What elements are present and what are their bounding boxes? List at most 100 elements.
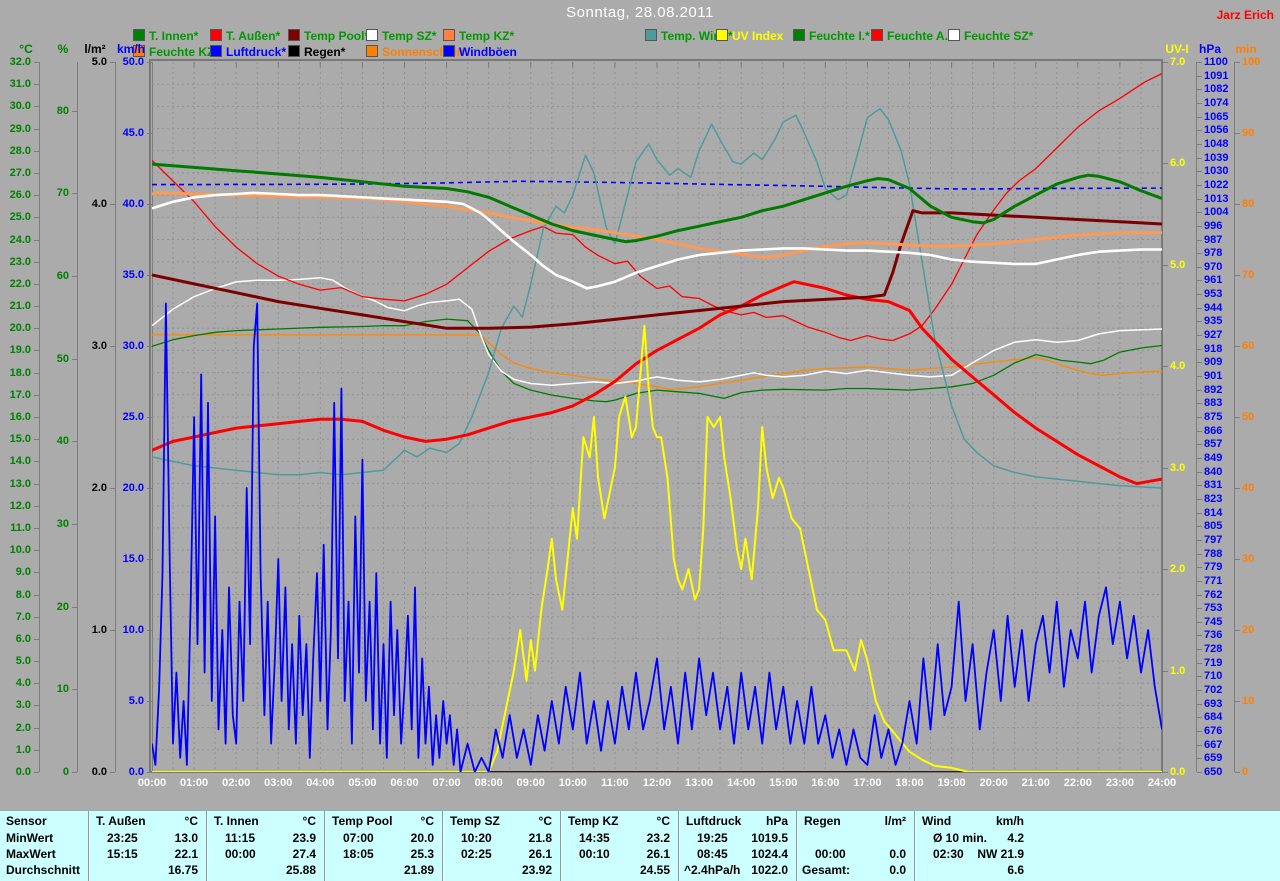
table-col-unit: km/h bbox=[995, 814, 1024, 828]
x-axis-hour-label: 13:00 bbox=[685, 777, 714, 789]
table-avg-value: 0.0 bbox=[889, 863, 906, 877]
legend-item-uv-index: UV Index bbox=[716, 29, 784, 43]
legend-item-regen-: Regen* bbox=[288, 45, 346, 59]
legend-swatch-icon bbox=[366, 45, 378, 57]
axis-tick bbox=[1197, 622, 1202, 623]
axis-tick-label-hpa: 684 bbox=[1204, 711, 1223, 723]
axis-tick-label-kmh: 15.0 bbox=[122, 553, 144, 565]
legend-item-temp-pool-: Temp Pool* bbox=[288, 29, 369, 43]
axis-tick-label-degc: 1.0 bbox=[15, 744, 31, 756]
axis-tick bbox=[1197, 635, 1202, 636]
table-col-name: Wind bbox=[922, 814, 952, 828]
axis-tick-label-degc: 7.0 bbox=[15, 611, 31, 623]
x-axis-hour-label: 17:00 bbox=[853, 777, 882, 789]
watermark-author: Jarz Erich bbox=[1216, 8, 1274, 22]
axis-tick bbox=[34, 705, 39, 706]
axis-tick-label-pct: 20 bbox=[56, 601, 69, 613]
stats-table: Sensor MinWert MaxWert Durchschnitt T. Außen… bbox=[0, 810, 1280, 881]
table-col-name: Temp SZ bbox=[450, 814, 500, 828]
axis-tick bbox=[1197, 417, 1202, 418]
table-min-time: 19:25 bbox=[697, 831, 728, 845]
x-axis-hour-label: 08:00 bbox=[474, 777, 503, 789]
table-row-labels: Sensor MinWert MaxWert Durchschnitt bbox=[0, 811, 88, 881]
axis-tick bbox=[1197, 581, 1202, 582]
axis-tick bbox=[1235, 204, 1240, 205]
axis-tick bbox=[1235, 62, 1240, 63]
axis-tick-label-hpa: 1065 bbox=[1204, 111, 1229, 123]
axis-tick bbox=[1197, 513, 1202, 514]
axis-tick bbox=[1197, 199, 1202, 200]
x-axis-hour-label: 09:00 bbox=[516, 777, 545, 789]
axis-tick-label-degc: 17.0 bbox=[9, 389, 31, 401]
table-min-time: Ø 10 min. bbox=[933, 831, 988, 845]
table-max-value: 0.0 bbox=[889, 847, 906, 861]
axis-tick bbox=[34, 328, 39, 329]
axis-tick-label-degc: 9.0 bbox=[15, 566, 31, 578]
axis-tick bbox=[1197, 212, 1202, 213]
axis-tick bbox=[34, 240, 39, 241]
axis-tick-label-kmh: 40.0 bbox=[122, 198, 144, 210]
x-axis-hour-label: 11:00 bbox=[601, 777, 629, 789]
axis-tick bbox=[34, 572, 39, 573]
legend-swatch-icon bbox=[871, 29, 883, 41]
axis-tick bbox=[1235, 488, 1240, 489]
x-axis-hour-label: 05:00 bbox=[348, 777, 377, 789]
table-max-time: 00:10 bbox=[579, 847, 610, 861]
axis-tick bbox=[1197, 130, 1202, 131]
axis-tick bbox=[34, 728, 39, 729]
axis-tick bbox=[1197, 321, 1202, 322]
legend-swatch-icon bbox=[645, 29, 657, 41]
table-row-label: MaxWert bbox=[6, 847, 56, 861]
axis-tick bbox=[1197, 349, 1202, 350]
axis-tick-label-hpa: 866 bbox=[1204, 425, 1223, 437]
table-col-name: T. Außen bbox=[96, 814, 146, 828]
axis-header-lm2: l/m² bbox=[84, 42, 106, 56]
axis-tick-label-hpa: 1048 bbox=[1204, 138, 1229, 150]
legend-item-t-au-en-: T. Außen* bbox=[210, 29, 280, 43]
table-col-name: Temp KZ bbox=[568, 814, 619, 828]
axis-tick bbox=[1197, 62, 1202, 63]
legend-label: Feuchte A.* bbox=[887, 29, 953, 43]
axis-tick bbox=[1197, 144, 1202, 145]
table-max-value: 1024.4 bbox=[751, 847, 788, 861]
table-avg-label: ^2.4hPa/h bbox=[684, 863, 741, 877]
axis-tick bbox=[34, 217, 39, 218]
axis-tick bbox=[34, 417, 39, 418]
axis-tick bbox=[34, 284, 39, 285]
axis-tick bbox=[1197, 690, 1202, 691]
table-column-temp-sz: Temp SZ °C 10:20 21.8 02:25 26.1 23.92 bbox=[442, 811, 560, 881]
legend-label: Regen* bbox=[304, 45, 346, 59]
axis-tick bbox=[72, 111, 77, 112]
table-column-temp-kz: Temp KZ °C 14:35 23.2 00:10 26.1 24.55 bbox=[560, 811, 678, 881]
axis-tick-label-degc: 18.0 bbox=[9, 367, 31, 379]
axis-tick bbox=[1197, 608, 1202, 609]
table-avg-value: 21.89 bbox=[403, 863, 434, 877]
legend-label: UV Index bbox=[732, 29, 784, 43]
axis-tick-label-degc: 20.0 bbox=[9, 322, 31, 334]
table-row-label: MinWert bbox=[6, 831, 54, 845]
table-row-label: Sensor bbox=[6, 814, 47, 828]
axis-tick bbox=[1197, 267, 1202, 268]
axis-tick-label-degc: 3.0 bbox=[15, 699, 31, 711]
table-avg-value: 6.6 bbox=[1007, 863, 1024, 877]
axis-tick bbox=[1197, 758, 1202, 759]
axis-tick bbox=[1197, 403, 1202, 404]
table-col-unit: °C bbox=[420, 814, 434, 828]
axis-tick bbox=[34, 350, 39, 351]
axis-header-kmh: km/h bbox=[116, 42, 145, 56]
axis-tick-label-degc: 6.0 bbox=[15, 633, 31, 645]
axis-tick-label-hpa: 953 bbox=[1204, 288, 1223, 300]
table-min-time: 10:20 bbox=[461, 831, 492, 845]
axis-header-degc: °C bbox=[19, 42, 33, 56]
axis-tick bbox=[1197, 158, 1202, 159]
axis-tick-label-degc: 8.0 bbox=[15, 589, 31, 601]
axis-tick-label-hpa: 909 bbox=[1204, 356, 1223, 368]
axis-tick bbox=[1197, 444, 1202, 445]
axis-tick-label-hpa: 762 bbox=[1204, 589, 1223, 601]
axis-tick-label-pct: 30 bbox=[56, 518, 69, 530]
axis-tick-label-hpa: 1082 bbox=[1204, 83, 1229, 95]
weather-app-window: Sonntag, 28.08.2011 Jarz Erich T. Innen*… bbox=[0, 0, 1280, 881]
table-col-name: Luftdruck bbox=[686, 814, 742, 828]
axis-tick bbox=[1197, 717, 1202, 718]
table-col-unit: °C bbox=[656, 814, 670, 828]
